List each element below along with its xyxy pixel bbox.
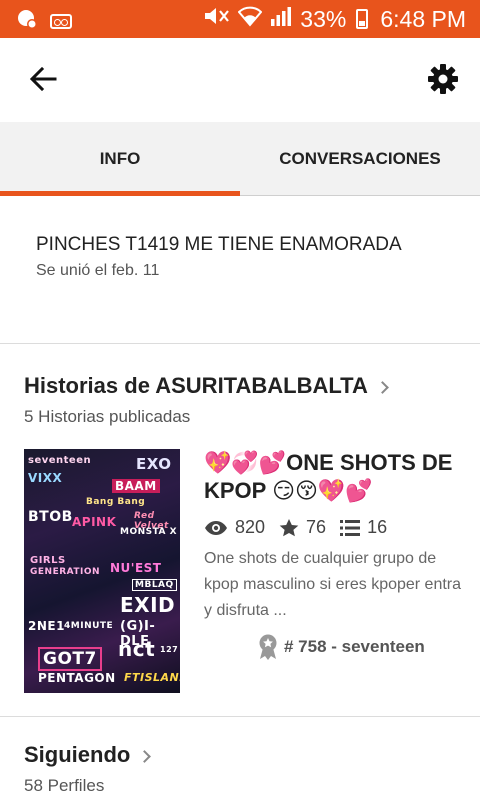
- parts-count: 16: [367, 517, 388, 537]
- following-title-row[interactable]: Siguiendo: [24, 742, 152, 768]
- cover-word: MBLAQ: [132, 579, 177, 591]
- mute-icon: [202, 5, 230, 33]
- chevron-right-icon: [138, 749, 152, 763]
- status-bar: 33% 6:48 PM: [0, 0, 480, 38]
- cover-word: Bang Bang: [86, 497, 146, 507]
- tab-conversaciones[interactable]: CONVERSACIONES: [240, 122, 480, 195]
- story-description: One shots de cualquier grupo de kpop mas…: [204, 550, 462, 619]
- cover-word: APINK: [72, 515, 117, 529]
- cover-word: BAAM: [112, 479, 160, 493]
- stories-header[interactable]: Historias de ASURITABALBALTA 5 Historias…: [24, 373, 389, 427]
- clock: 6:48 PM: [380, 5, 466, 32]
- chevron-right-icon: [375, 380, 389, 394]
- story-title[interactable]: 💖💞💕ONE SHOTS DE KPOP 😏😚💖💕: [204, 449, 466, 505]
- notification-icon: [16, 8, 38, 35]
- tab-bar: INFO CONVERSACIONES: [0, 122, 480, 196]
- star-icon: [279, 518, 299, 536]
- cover-word: PENTAGON: [38, 671, 116, 685]
- profile-info: PINCHES T1419 ME TIENE ENAMORADA Se unió…: [0, 196, 480, 344]
- rank-label: # 758 - seventeen: [284, 637, 425, 656]
- cover-word: 127: [160, 645, 179, 654]
- story-card[interactable]: seventeen EXO BAAM Bang Bang Red Velvet …: [24, 449, 464, 693]
- cover-word: EXO: [136, 455, 172, 473]
- list-icon: [340, 519, 361, 536]
- cover-word: EXID: [120, 593, 176, 617]
- cover-word: MONSTA X: [120, 527, 178, 537]
- stories-count: 5 Historias publicadas: [24, 407, 191, 426]
- battery-percent: 33%: [300, 5, 347, 32]
- story-rank[interactable]: # 758 - seventeen: [258, 634, 466, 660]
- votes-stat: 76: [279, 517, 326, 538]
- story-details: 💖💞💕ONE SHOTS DE KPOP 😏😚💖💕 820 76 16 One …: [204, 449, 466, 660]
- stories-section: Historias de ASURITABALBALTA 5 Historias…: [0, 345, 480, 717]
- joined-date: Se unió el feb. 11: [36, 262, 160, 279]
- cover-word: NU'EST: [110, 561, 162, 575]
- wifi-icon: [237, 5, 263, 33]
- cover-word: 2NE1: [28, 619, 65, 633]
- profile-tagline: PINCHES T1419 ME TIENE ENAMORADA: [36, 234, 402, 255]
- following-count: 58 Perfiles: [24, 776, 105, 795]
- following-title: Siguiendo: [24, 742, 131, 767]
- signal-icon: [270, 5, 292, 33]
- stories-title-row[interactable]: Historias de ASURITABALBALTA: [24, 373, 389, 399]
- views-count: 820: [235, 517, 266, 537]
- story-stats: 820 76 16: [204, 517, 466, 538]
- following-section[interactable]: Siguiendo 58 Perfiles: [24, 742, 152, 796]
- gear-icon: [428, 64, 458, 94]
- story-cover-image[interactable]: seventeen EXO BAAM Bang Bang Red Velvet …: [24, 449, 180, 693]
- arrow-left-icon: [29, 67, 57, 91]
- cover-word: GOT7: [38, 647, 102, 671]
- voicemail-icon: [50, 14, 72, 29]
- tab-info[interactable]: INFO: [0, 122, 240, 196]
- votes-count: 76: [306, 517, 327, 537]
- cover-word: FTISLAND: [124, 671, 180, 684]
- battery-icon: [356, 9, 369, 29]
- top-app-bar: [0, 38, 480, 122]
- cover-word: BTOB: [28, 509, 73, 525]
- cover-word: 4MINUTE: [64, 621, 114, 631]
- back-button[interactable]: [26, 62, 60, 96]
- stories-title: Historias de ASURITABALBALTA: [24, 373, 368, 398]
- cover-word: VIXX: [28, 471, 63, 485]
- settings-button[interactable]: [426, 62, 460, 96]
- cover-word: nct: [118, 637, 156, 661]
- ribbon-badge-icon: [259, 634, 277, 660]
- cover-word: seventeen: [28, 455, 92, 466]
- parts-stat: 16: [340, 517, 387, 538]
- cover-word: GENERATION: [30, 567, 101, 577]
- eye-icon: [205, 520, 227, 535]
- cover-word: GIRLS: [30, 555, 66, 566]
- views-stat: 820: [204, 517, 265, 538]
